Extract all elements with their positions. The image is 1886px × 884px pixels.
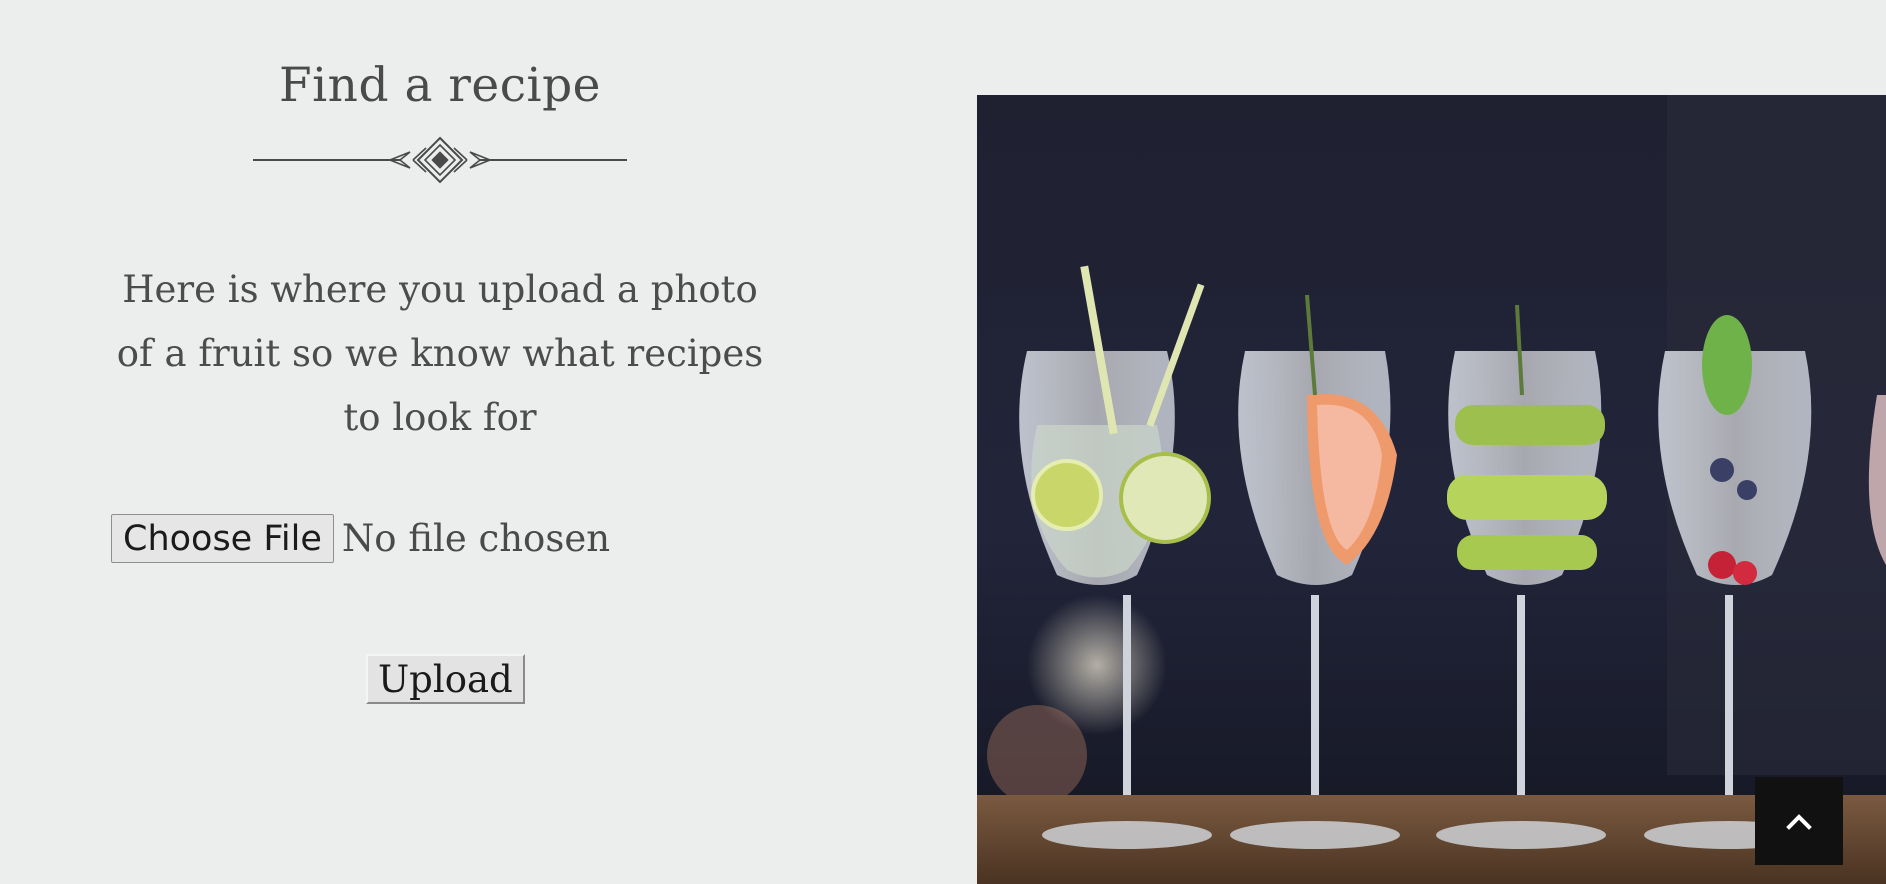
file-input[interactable]: Choose File No file chosen xyxy=(111,514,610,563)
cocktail-glasses-image xyxy=(977,95,1886,884)
upload-instructions: Here is where you upload a photo of a fr… xyxy=(116,268,764,439)
upload-button[interactable]: Upload xyxy=(366,654,525,704)
upload-panel: Find a recipe Here is where you upload a… xyxy=(0,0,880,884)
choose-file-button[interactable]: Choose File xyxy=(111,514,334,563)
ornamental-divider-icon xyxy=(253,136,627,184)
file-status-text: No file chosen xyxy=(341,517,611,560)
page: Find a recipe Here is where you upload a… xyxy=(0,0,1886,884)
scroll-to-top-button[interactable] xyxy=(1755,777,1843,865)
page-title: Find a recipe xyxy=(279,58,601,113)
chevron-up-icon xyxy=(1786,814,1812,830)
